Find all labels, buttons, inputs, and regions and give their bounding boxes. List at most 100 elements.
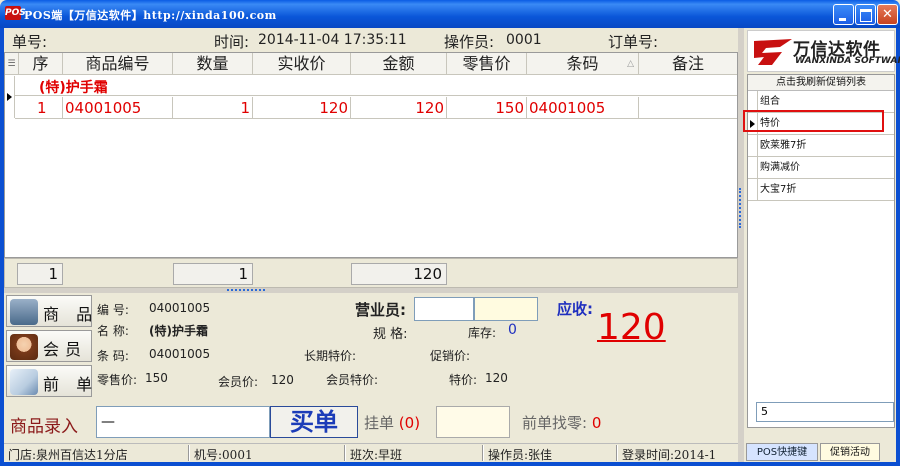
brand-mark-icon [754, 39, 792, 65]
promotion-label: 组合 [760, 96, 780, 107]
special-price-value: 120 [485, 371, 508, 385]
special-price-label: 特价: [449, 373, 478, 387]
window-border-bottom [0, 462, 900, 466]
status-machine: 机号:0001 [194, 448, 253, 462]
status-divider [482, 445, 484, 461]
hold-order-label[interactable]: 挂单 (0) [364, 412, 420, 433]
window-title: POS端【万信达软件】http://xinda100.com [24, 9, 277, 22]
member-avatar-icon [10, 334, 38, 360]
minimize-icon [834, 5, 853, 24]
tab-previous-order[interactable]: 前 单 [6, 365, 92, 397]
col-amount[interactable]: 金额 [351, 53, 447, 75]
product-entry-input[interactable]: — [96, 406, 270, 438]
status-store: 门店:泉州百信达1分店 [8, 448, 128, 462]
hold-label-text: 挂单 [364, 414, 395, 432]
col-paid[interactable]: 实收价 [253, 53, 351, 75]
grid-menu-icon[interactable]: ☰ [5, 53, 19, 75]
member-special-label: 会员特价: [326, 373, 379, 387]
stock-label: 库存: [468, 326, 497, 340]
row-selector[interactable] [5, 76, 15, 118]
order-no-label: 单号: [12, 33, 48, 51]
status-operator: 操作员:张佳 [488, 448, 553, 462]
receivable-label: 应收: [557, 300, 593, 318]
tab-promotions[interactable]: 促销活动 [820, 443, 880, 461]
logo-text-en: WANXINDA SOFTWARE [795, 56, 900, 66]
sort-asc-icon: △ [627, 59, 634, 69]
col-barcode[interactable]: 条码 △ [527, 53, 639, 75]
col-note[interactable]: 备注 [639, 53, 737, 75]
list-item[interactable]: 大宝7折 [748, 179, 894, 201]
hold-count: (0) [398, 414, 421, 432]
row-selector [748, 157, 758, 178]
member-price-label: 会员价: [218, 375, 259, 389]
total-count: 1 [17, 263, 63, 285]
tab-member[interactable]: 会员 [6, 330, 92, 362]
col-qty[interactable]: 数量 [173, 53, 253, 75]
tab-goods-label: 商 品 [43, 305, 99, 324]
spec-label: 规 格: [373, 327, 408, 342]
tab-pos-shortcuts[interactable]: POS快捷键 [746, 443, 818, 461]
row-selector [748, 91, 758, 112]
col-code[interactable]: 商品编号 [63, 53, 173, 75]
long-special-label: 长期特价: [304, 349, 357, 363]
previous-change-text: 前单找零: [522, 414, 588, 432]
splitter-grip-icon [227, 289, 265, 292]
order-info-row: 单号: 时间: 2014-11-04 17:35:11 操作员: 0001 订单… [4, 28, 738, 52]
col-retail[interactable]: 零售价 [447, 53, 527, 75]
minimize-button[interactable] [833, 4, 854, 25]
list-item[interactable]: 欧莱雅7折 [748, 135, 894, 157]
promotion-panel: 万信达软件 WANXINDA SOFTWARE 点击我刷新促销列表 组合 特价 … [744, 28, 900, 462]
checkout-button[interactable]: 买单 [270, 406, 358, 438]
hold-order-field [436, 406, 510, 438]
retail-price-value: 150 [145, 371, 168, 385]
splitter-grip-icon [739, 188, 742, 228]
cell-qty: 1 [173, 97, 253, 119]
cell-seq: 1 [15, 97, 63, 119]
name-label: 名 称: [97, 324, 129, 338]
refresh-promotions-header[interactable]: 点击我刷新促销列表 [748, 75, 894, 91]
name-value: (特)护手霜 [149, 324, 208, 338]
salesman-input[interactable] [414, 297, 474, 321]
brand-logo: 万信达软件 WANXINDA SOFTWARE [747, 30, 900, 72]
table-row[interactable]: 1 04001005 1 120 120 150 04001005 [15, 97, 737, 119]
time-value: 2014-11-04 17:35:11 [258, 32, 407, 48]
col-barcode-label: 条码 [566, 54, 599, 73]
barcode-label: 条 码: [97, 349, 129, 363]
row-selector [748, 135, 758, 156]
group-label: (特)护手霜 [39, 80, 108, 96]
maximize-icon [856, 5, 875, 24]
operator-label: 操作员: [444, 33, 495, 51]
maximize-button[interactable] [855, 4, 876, 25]
selected-promotion-highlight [743, 110, 884, 132]
retail-price-label: 零售价: [97, 373, 138, 387]
total-qty: 1 [173, 263, 253, 285]
stock-value: 0 [508, 322, 517, 338]
tab-goods[interactable]: 商 品 [6, 295, 92, 327]
salesman-label: 营业员: [355, 301, 406, 319]
group-row[interactable]: (特)护手霜 [15, 76, 737, 96]
promo-price-label: 促销价: [430, 349, 471, 363]
barcode-value: 04001005 [149, 347, 211, 361]
col-seq[interactable]: 序 [19, 53, 63, 75]
cell-paid: 120 [253, 97, 351, 119]
status-divider [188, 445, 190, 461]
close-button[interactable]: ✕ [877, 4, 898, 25]
receivable-amount: 120 [597, 307, 666, 348]
member-price-value: 120 [271, 373, 294, 387]
current-row-arrow-icon [7, 93, 12, 101]
row-selector [748, 179, 758, 200]
operator-value: 0001 [506, 32, 542, 48]
grid-header: ☰ 序 商品编号 数量 实收价 金额 零售价 条码 △ 备注 [5, 53, 737, 75]
promotion-label: 大宝7折 [760, 184, 797, 195]
tab-member-label: 会员 [43, 340, 88, 359]
time-label: 时间: [214, 33, 250, 51]
list-item[interactable]: 购满减价 [748, 157, 894, 179]
promotion-count-field[interactable]: 5 [756, 402, 894, 422]
tab-prev-label: 前 单 [43, 375, 99, 394]
cell-note [639, 97, 737, 119]
totals-row: 1 1 120 [4, 258, 738, 288]
status-bar: 门店:泉州百信达1分店 机号:0001 班次:早班 操作员:张佳 登录时间:20… [4, 443, 738, 462]
previous-change-label: 前单找零: 0 [522, 412, 601, 433]
cell-retail: 150 [447, 97, 527, 119]
sales-grid[interactable]: ☰ 序 商品编号 数量 实收价 金额 零售价 条码 △ 备注 (特)护手霜 1 0… [4, 52, 738, 258]
